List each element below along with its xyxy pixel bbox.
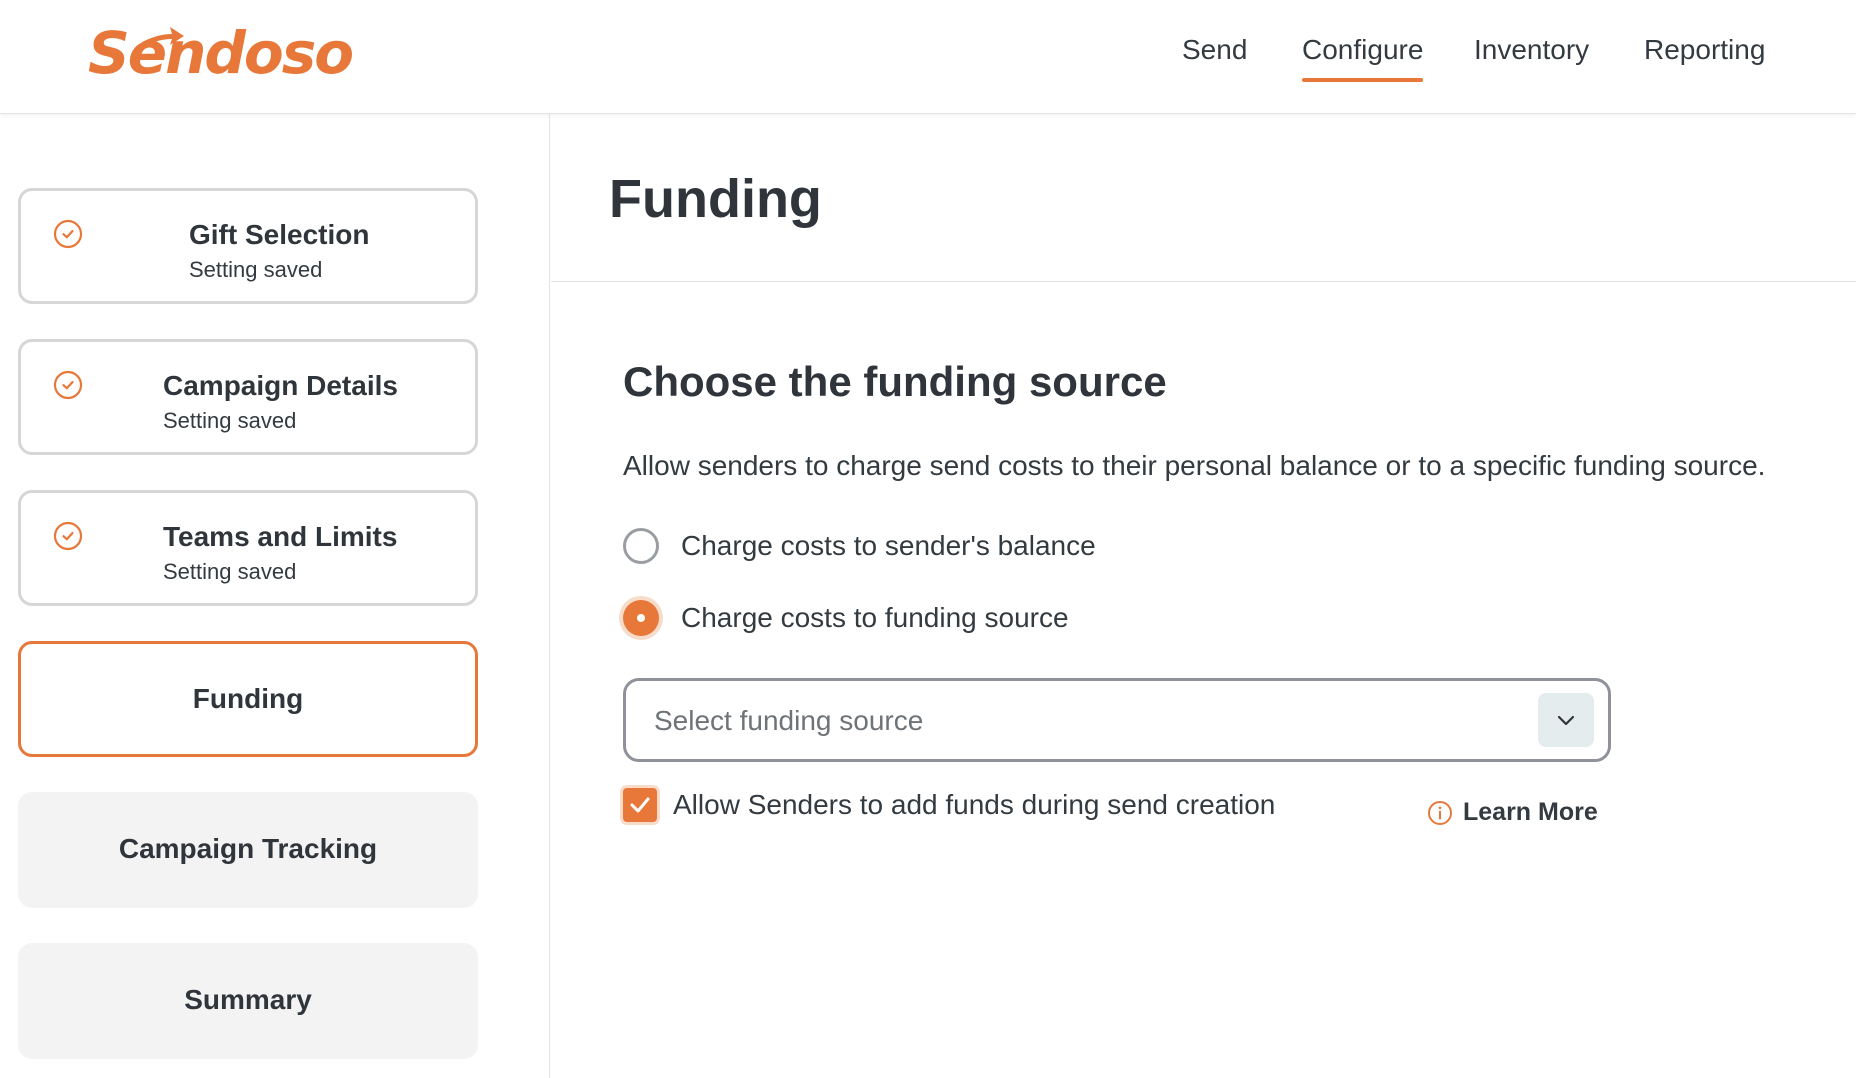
top-header: Sendoso Send Configure Inventory Reporti… xyxy=(0,0,1856,114)
main-content: Funding Choose the funding source Allow … xyxy=(551,114,1856,1078)
nav-send[interactable]: Send xyxy=(1182,34,1247,82)
chevron-down-icon xyxy=(1557,715,1575,726)
nav-inventory[interactable]: Inventory xyxy=(1474,34,1589,82)
step-funding[interactable]: Funding xyxy=(18,641,478,757)
divider xyxy=(551,281,1856,282)
checkbox[interactable] xyxy=(623,788,657,822)
step-title: Summary xyxy=(184,984,312,1015)
logo-arrow-icon xyxy=(142,27,184,46)
dropdown-toggle[interactable] xyxy=(1538,693,1594,747)
select-placeholder: Select funding source xyxy=(654,705,924,736)
steps-sidebar: Gift Selection Setting saved Campaign De… xyxy=(0,114,550,1078)
step-gift-selection[interactable]: Gift Selection Setting saved xyxy=(18,188,478,304)
info-icon xyxy=(1428,800,1452,825)
logo-wordmark: Sendoso xyxy=(88,19,354,87)
check-circle-icon xyxy=(53,521,83,551)
check-circle-icon xyxy=(53,219,83,249)
step-status: Setting saved xyxy=(163,559,297,584)
step-campaign-details[interactable]: Campaign Details Setting saved xyxy=(18,339,478,455)
learn-more-label: Learn More xyxy=(1463,798,1598,826)
allow-add-funds-checkbox[interactable]: Allow Senders to add funds during send c… xyxy=(623,788,1275,822)
checkmark-icon xyxy=(630,797,650,813)
check-circle-icon xyxy=(53,370,83,400)
nav-reporting[interactable]: Reporting xyxy=(1644,34,1765,82)
nav-configure[interactable]: Configure xyxy=(1302,34,1424,82)
radio-funding-source[interactable]: Charge costs to funding source xyxy=(623,600,1069,636)
radio-button[interactable] xyxy=(623,600,659,636)
step-title: Teams and Limits xyxy=(163,521,398,552)
step-teams-and-limits[interactable]: Teams and Limits Setting saved xyxy=(18,490,478,606)
step-campaign-tracking[interactable]: Campaign Tracking xyxy=(18,792,478,908)
radio-button[interactable] xyxy=(623,528,659,564)
step-status: Setting saved xyxy=(163,408,297,433)
funding-source-select[interactable]: Select funding source xyxy=(623,678,1611,762)
page-title: Funding xyxy=(609,169,822,229)
step-status: Setting saved xyxy=(189,257,323,282)
section-title: Choose the funding source xyxy=(623,358,1167,405)
step-title: Campaign Tracking xyxy=(118,833,378,864)
step-title: Campaign Details xyxy=(163,370,398,401)
learn-more-link[interactable]: Learn More xyxy=(1427,798,1598,827)
radio-label: Charge costs to sender's balance xyxy=(681,530,1096,561)
step-title: Gift Selection xyxy=(189,219,370,250)
step-title: Funding xyxy=(192,683,304,714)
sendoso-logo[interactable]: Sendoso xyxy=(88,18,354,88)
section-description: Allow senders to charge send costs to th… xyxy=(623,450,1766,481)
radio-sender-balance[interactable]: Charge costs to sender's balance xyxy=(623,528,1096,564)
radio-label: Charge costs to funding source xyxy=(681,602,1069,633)
checkbox-label: Allow Senders to add funds during send c… xyxy=(673,789,1276,820)
step-summary[interactable]: Summary xyxy=(18,943,478,1059)
